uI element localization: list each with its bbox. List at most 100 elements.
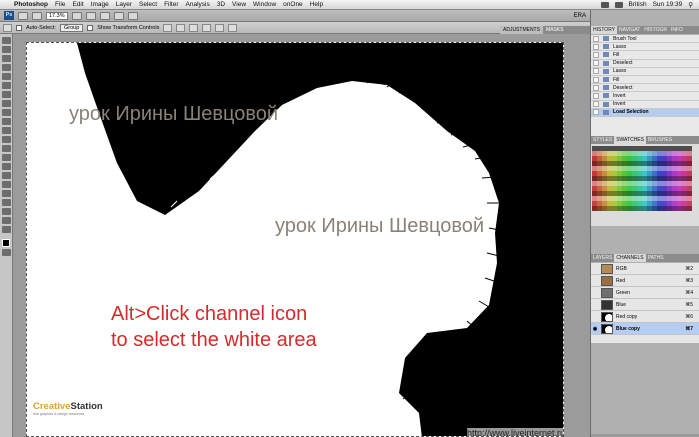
channel-row[interactable]: Green ⌘4 [591, 287, 699, 299]
menu-onone[interactable]: onOne [283, 1, 303, 8]
history-item[interactable]: Deselect [591, 60, 699, 68]
marquee-tool-icon[interactable] [1, 46, 11, 53]
history-item[interactable]: Fill [591, 76, 699, 85]
language-menu[interactable]: British [629, 1, 647, 8]
screen-mode-button[interactable] [128, 11, 138, 20]
menu-edit[interactable]: Edit [72, 1, 83, 8]
hand-tool-icon[interactable] [1, 217, 11, 224]
channel-row[interactable]: Red copy ⌘6 [591, 311, 699, 323]
auto-select-checkbox[interactable] [16, 24, 22, 31]
tab-styles[interactable]: STYLES [591, 136, 614, 144]
channel-thumbnail[interactable] [601, 263, 613, 274]
wifi-icon[interactable] [600, 1, 609, 8]
align-right-button[interactable] [228, 23, 238, 32]
visibility-eye-icon[interactable]: ◉ [592, 326, 598, 332]
history-brush-tool-icon[interactable] [1, 118, 11, 125]
auto-select-dropdown[interactable]: Group [59, 23, 84, 32]
tab-info[interactable]: INFO [669, 26, 685, 34]
align-left-button[interactable] [202, 23, 212, 32]
view-extras-button[interactable] [32, 11, 42, 20]
tab-layers[interactable]: LAYERS [591, 254, 614, 262]
visibility-eye-icon[interactable] [592, 302, 598, 307]
menu-3d[interactable]: 3D [217, 1, 225, 8]
crop-tool-icon[interactable] [1, 73, 11, 80]
history-item[interactable]: Lasso [591, 68, 699, 76]
volume-icon[interactable] [614, 1, 623, 8]
swatch-grid[interactable] [591, 144, 699, 213]
menu-layer[interactable]: Layer [116, 1, 132, 8]
channel-row[interactable]: Red ⌘3 [591, 275, 699, 287]
channel-thumbnail[interactable] [601, 311, 613, 322]
blur-tool-icon[interactable] [1, 145, 11, 152]
eraser-tool-icon[interactable] [1, 127, 11, 134]
type-tool-icon[interactable] [1, 172, 11, 179]
show-transform-checkbox[interactable] [87, 24, 94, 31]
dodge-tool-icon[interactable] [1, 154, 11, 161]
path-select-tool-icon[interactable] [1, 181, 11, 188]
align-top-button[interactable] [163, 23, 173, 32]
zoom-level-field[interactable]: 17.3% [46, 11, 68, 20]
spotlight-icon[interactable]: ⚲ [688, 1, 693, 9]
menu-filter[interactable]: Filter [164, 1, 178, 8]
tab-paths[interactable]: PATHS [646, 254, 666, 262]
eyedropper-tool-icon[interactable] [1, 82, 11, 89]
menu-window[interactable]: Window [253, 1, 276, 8]
history-item[interactable]: Lasso [591, 43, 699, 52]
quick-mask-icon[interactable] [1, 249, 11, 256]
zoom-tool-button[interactable] [86, 11, 96, 20]
visibility-eye-icon[interactable] [592, 278, 598, 283]
quick-select-tool-icon[interactable] [1, 64, 11, 71]
channel-thumbnail[interactable] [601, 299, 613, 310]
tab-histogram[interactable]: HISTOGR [642, 26, 669, 34]
channel-thumbnail[interactable] [601, 323, 613, 334]
visibility-eye-icon[interactable] [592, 314, 598, 319]
tab-navigator[interactable]: NAVIGAT [617, 26, 642, 34]
3d-camera-tool-icon[interactable] [1, 208, 11, 215]
shape-tool-icon[interactable] [1, 190, 11, 197]
zoom-tool-icon[interactable] [1, 226, 11, 233]
move-tool-preset-icon[interactable] [3, 23, 12, 32]
menu-view[interactable]: View [232, 1, 246, 8]
visibility-eye-icon[interactable] [592, 290, 598, 295]
healing-tool-icon[interactable] [1, 91, 11, 98]
brush-tool-icon[interactable] [1, 100, 11, 107]
align-bottom-button[interactable] [189, 23, 199, 32]
menu-file[interactable]: File [55, 1, 65, 8]
history-item[interactable]: Invert [591, 101, 699, 109]
document-canvas[interactable]: урок Ирины Шевцовой урок Ирины Шевцовой … [26, 42, 564, 437]
tab-swatches[interactable]: SWATCHES [614, 136, 646, 144]
visibility-eye-icon[interactable] [592, 266, 598, 271]
foreground-color-swatch[interactable] [2, 239, 10, 247]
hand-tool-button[interactable] [72, 11, 82, 20]
menu-image[interactable]: Image [91, 1, 109, 8]
history-item[interactable]: Invert [591, 92, 699, 101]
history-item[interactable]: Deselect [591, 84, 699, 93]
align-middle-button[interactable] [176, 23, 186, 32]
arrange-documents-button[interactable] [114, 11, 124, 20]
gradient-tool-icon[interactable] [1, 136, 11, 143]
rotate-view-button[interactable] [100, 11, 110, 20]
channel-thumbnail[interactable] [601, 287, 613, 298]
lasso-tool-icon[interactable] [1, 55, 11, 62]
channel-row[interactable]: Blue ⌘5 [591, 299, 699, 311]
channel-thumbnail[interactable] [601, 275, 613, 286]
tab-history[interactable]: HISTORY [591, 26, 618, 34]
clock[interactable]: Sun 19:39 [653, 1, 683, 8]
clone-stamp-tool-icon[interactable] [1, 109, 11, 116]
move-tool-icon[interactable] [1, 37, 11, 44]
history-item[interactable]: Brush Tool [591, 35, 699, 44]
workspace-switcher[interactable]: ERA [574, 13, 586, 19]
tab-brushes[interactable]: BRUSHES [646, 136, 674, 144]
launch-bridge-button[interactable] [18, 11, 28, 20]
history-item-active[interactable]: Load Selection [591, 108, 699, 117]
channel-row-active[interactable]: ◉ Blue copy ⌘7 [591, 323, 699, 335]
menu-analysis[interactable]: Analysis [186, 1, 210, 8]
menu-select[interactable]: Select [139, 1, 157, 8]
channel-row[interactable]: RGB ⌘2 [591, 263, 699, 275]
align-center-button[interactable] [215, 23, 225, 32]
tab-channels[interactable]: CHANNELS [614, 254, 646, 262]
menu-app-name[interactable]: Photoshop [14, 1, 48, 8]
3d-rotate-tool-icon[interactable] [1, 199, 11, 206]
menu-help[interactable]: Help [310, 1, 323, 8]
history-item[interactable]: Fill [591, 51, 699, 60]
